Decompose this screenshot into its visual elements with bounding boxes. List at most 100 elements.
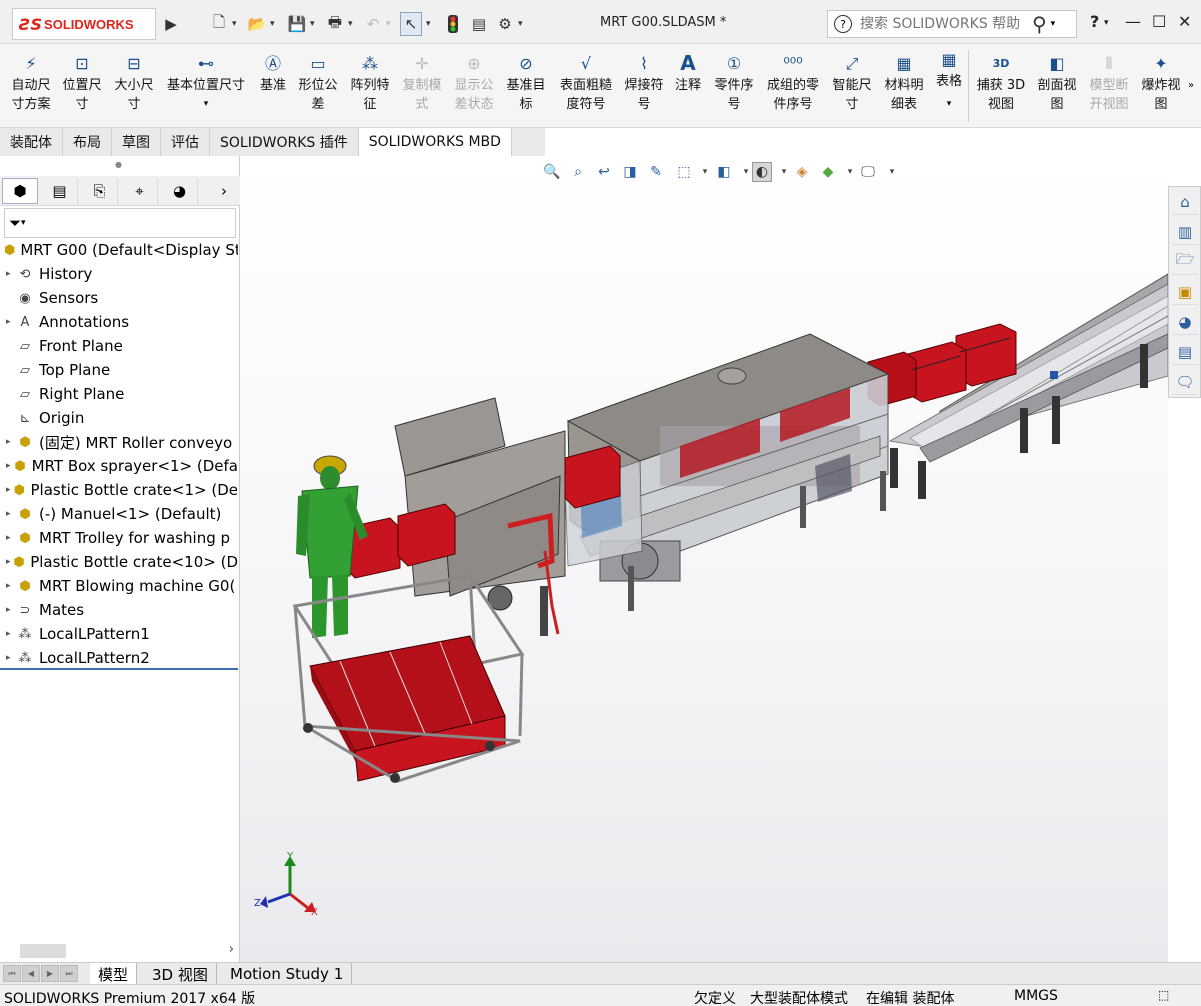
ribbon-btn-0[interactable]: ⚡ 自动尺 寸方案 [6,52,56,114]
select-dropdown-icon[interactable]: ▾ [426,14,436,34]
tree-filter[interactable]: ⏷ ▾ [4,208,236,238]
ribbon-btn-5[interactable]: ▭ 形位公差 [294,52,342,114]
tree-root[interactable]: ⬢ MRT G00 (Default<Display St [0,238,238,262]
ribbon-btn-12[interactable]: A 注释 [670,52,706,95]
tree-node[interactable]: ▸ ⁂ LocalLPattern1 [0,622,238,646]
tab-last-icon[interactable]: ⏭ [60,965,78,982]
feature-manager-tab-icon[interactable]: ⬢ [2,178,38,204]
tab-3d-views[interactable]: 3D 视图 [144,963,217,985]
design-library-icon[interactable]: ▥ [1172,219,1198,245]
tab-evaluate[interactable]: 评估 [161,128,210,156]
undo-dropdown-icon[interactable]: ▾ [386,14,396,34]
tree-node[interactable]: ▸ ⬢ MRT Box sprayer<1> (Defa [0,454,238,478]
close-icon[interactable]: ✕ [1178,12,1191,31]
tabs-more-icon[interactable]: › [214,178,234,204]
expand-arrow-icon[interactable]: ▸ [6,557,13,567]
panel-grip-icon[interactable]: ● [115,160,122,169]
minimize-icon[interactable]: — [1125,12,1141,31]
table-dropdown-icon[interactable]: ▾ [947,95,952,114]
new-document-icon[interactable]: 🗋 [208,12,230,36]
ribbon-btn-13[interactable]: ① 零件序号 [710,52,758,114]
menu-expand-arrow-icon[interactable]: ▶ [160,12,182,36]
ribbon-btn-21[interactable]: ✦ 爆炸视图 [1138,52,1184,114]
help-search-box[interactable]: ? ⚲ ▾ [827,10,1077,38]
new-dropdown-icon[interactable]: ▾ [232,14,242,34]
ribbon-btn-18[interactable]: 3D 捕获 3D 视图 [974,52,1028,114]
search-icon[interactable]: ⚲ [1032,12,1047,36]
expand-arrow-icon[interactable]: ▸ [6,269,16,279]
view-palette-icon[interactable]: ▣ [1172,279,1198,305]
tree-node[interactable]: ▸ ⊃ Mates [0,598,238,622]
tree-node[interactable]: ▸ A Annotations [0,310,238,334]
file-explorer-icon[interactable]: 🗁 [1172,249,1198,275]
solidworks-forum-icon[interactable]: 🗨 [1172,369,1198,395]
ribbon-btn-9[interactable]: ⊘ 基准目标 [502,52,550,114]
help-menu-button[interactable]: ? [1090,12,1099,31]
save-icon[interactable]: 💾 [286,12,308,36]
tree-node[interactable]: ▸ ⟲ History [0,262,238,286]
tree-node[interactable]: ▸ ⬢ MRT Trolley for washing p [0,526,238,550]
ribbon-btn-1[interactable]: ⊡ 位置尺寸 [58,52,106,114]
rebuild-traffic-light-icon[interactable] [442,12,464,36]
solidworks-logo[interactable]: ƧS SOLIDWORKS [12,8,156,40]
ribbon-btn-6[interactable]: ⁂ 阵列特征 [346,52,394,114]
maximize-icon[interactable]: ☐ [1152,12,1166,31]
unit-system-button[interactable]: MMGS [1014,988,1058,1004]
options-gear-icon[interactable]: ⚙ [494,12,516,36]
ribbon-btn-16[interactable]: ▦ 材料明 细表 [880,52,928,114]
tree-node[interactable]: ▱ Front Plane [0,334,238,358]
ribbon-more-icon[interactable]: » [1188,80,1194,91]
tab-layout[interactable]: 布局 [63,128,112,156]
ribbon-btn-17[interactable]: ▦ 表格 ▾ [932,48,966,114]
expand-arrow-icon[interactable]: ▸ [6,485,13,495]
expand-arrow-icon[interactable]: ▸ [6,317,16,327]
ribbon-btn-15[interactable]: ⤢ 智能尺寸 [828,52,876,114]
select-pointer-icon[interactable]: ↖ [400,12,422,36]
help-dropdown-icon[interactable]: ▾ [1104,18,1109,28]
tree-node[interactable]: ▸ ⬢ (固定) MRT Roller conveyo [0,430,238,454]
tab-addins[interactable]: SOLIDWORKS 插件 [210,128,359,156]
ribbon-btn-10[interactable]: √ 表面粗糙 度符号 [556,52,616,114]
solidworks-resources-home-icon[interactable]: ⌂ [1172,189,1198,215]
tab-first-icon[interactable]: ⏮ [3,965,21,982]
tree-node[interactable]: ▸ ⬢ Plastic Bottle crate<10> (D [0,550,238,574]
tree-node[interactable]: ▸ ⬢ Plastic Bottle crate<1> (De [0,478,238,502]
tree-node[interactable]: ⊾ Origin [0,406,238,430]
ribbon-btn-2[interactable]: ⊟ 大小尺寸 [110,52,158,114]
options-dropdown-icon[interactable]: ▾ [518,14,528,34]
tab-motion-study[interactable]: Motion Study 1 [222,963,353,985]
tab-mbd[interactable]: SOLIDWORKS MBD [358,128,512,156]
print-icon[interactable]: 🖶 [324,12,346,36]
file-properties-icon[interactable]: ▤ [468,12,490,36]
tab-next-icon[interactable]: ▶ [41,965,59,982]
basic-location-dropdown-icon[interactable]: ▾ [204,95,209,114]
tab-model[interactable]: 模型 [90,963,138,985]
open-document-icon[interactable]: 📂 [246,12,268,36]
expand-arrow-icon[interactable]: ▸ [6,533,16,543]
filter-dropdown-icon[interactable]: ▾ [21,218,26,228]
tree-node[interactable]: ▸ ⬢ MRT Blowing machine G0( [0,574,238,598]
save-dropdown-icon[interactable]: ▾ [310,14,320,34]
scroll-right-icon[interactable]: › [229,942,234,957]
tree-node[interactable]: ◉ Sensors [0,286,238,310]
tree-node[interactable]: ▱ Right Plane [0,382,238,406]
scrollbar-thumb[interactable] [20,944,66,958]
appearances-scenes-icon[interactable]: ◕ [1172,309,1198,335]
tab-sketch[interactable]: 草图 [112,128,161,156]
undo-icon[interactable]: ↶ [362,12,384,36]
display-manager-tab-icon[interactable]: ◕ [162,178,198,204]
ribbon-btn-8[interactable]: ⊕ 显示公 差状态 [450,52,498,114]
tab-prev-icon[interactable]: ◀ [22,965,40,982]
graphics-viewport[interactable]: 🔍 ⌕ ↩ ◨ ✎ ⬚ ▾ ◧ ▾ ◐ ▾ ◈ ◆ ▾ 🖵 ▾ ◫ ◫ — ❐ … [240,156,1168,962]
property-manager-tab-icon[interactable]: ▤ [42,178,78,204]
help-search-input[interactable] [860,16,1030,32]
status-grip-icon[interactable]: ⬚ [1158,988,1169,1002]
expand-arrow-icon[interactable]: ▸ [6,437,16,447]
expand-arrow-icon[interactable]: ▸ [6,605,16,615]
expand-arrow-icon[interactable]: ▸ [6,461,13,471]
configuration-manager-tab-icon[interactable]: ⎘ [82,178,118,204]
ribbon-btn-7[interactable]: ✛ 复制模式 [398,52,446,114]
expand-arrow-icon[interactable]: ▸ [6,629,16,639]
tree-node[interactable]: ▱ Top Plane [0,358,238,382]
search-dropdown-icon[interactable]: ▾ [1051,19,1056,29]
